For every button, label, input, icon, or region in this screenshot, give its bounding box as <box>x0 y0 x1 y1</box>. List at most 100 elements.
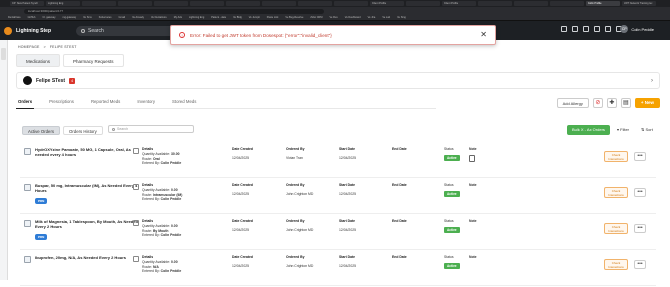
calendar-icon[interactable] <box>572 26 578 32</box>
tab-stored-meds[interactable]: Stored Meds <box>170 98 198 109</box>
grid-icon[interactable] <box>583 26 589 32</box>
tab-pharmacy-requests[interactable]: Pharmacy Requests <box>63 54 124 67</box>
browser-tab[interactable] <box>478 1 512 6</box>
print-icon[interactable]: ▤ <box>620 98 631 108</box>
pill-icon[interactable]: ✚ <box>606 98 617 108</box>
bulk-orders-button[interactable]: Bulk X - Ax Orders <box>567 125 610 135</box>
new-button[interactable]: + New <box>634 98 660 108</box>
bookmark-item[interactable]: Ve Dentalcore <box>149 16 169 19</box>
browser-tab[interactable] <box>298 1 332 6</box>
more-options-button[interactable]: ••• <box>634 152 646 161</box>
order-medication-name[interactable]: HydrOXYzine Pamoate, 50 MG, 1 Capsule, O… <box>35 147 143 157</box>
bookmark-item[interactable]: Ve Sms <box>81 16 94 19</box>
status-header: Status <box>444 183 454 187</box>
bookmark-item[interactable]: Zoho CRM <box>308 16 324 19</box>
filter-button[interactable]: ▾ Filter <box>617 127 629 132</box>
bookmark-item[interactable]: Paste Link <box>265 16 281 19</box>
bookmark-item[interactable]: Ve Lab <box>380 16 392 19</box>
order-medication-name[interactable]: Ibuprofen, 20mg, N/A, As Needed Every 2 … <box>35 255 143 260</box>
order-medication-name[interactable]: Buspar, 50 mg, Intramuscular (IM), As Ne… <box>35 183 143 193</box>
quantity-label: Quantity Available: <box>142 259 171 264</box>
bookmark-item[interactable]: DentalCare <box>6 16 23 19</box>
swap-icon[interactable] <box>561 26 567 32</box>
tab-active-orders[interactable]: Active Orders <box>22 126 61 135</box>
browser-tab[interactable] <box>406 1 440 6</box>
bookmark-item[interactable]: GitHub <box>26 16 38 19</box>
details-icon[interactable] <box>133 220 139 226</box>
more-options-button[interactable]: ••• <box>634 188 646 197</box>
chat-icon[interactable] <box>594 26 600 32</box>
tab-prescriptions[interactable]: Prescriptions <box>47 98 76 109</box>
browser-tab[interactable]: CP: New Patient Synch <box>10 1 44 6</box>
more-options-button[interactable]: ••• <box>634 260 646 269</box>
check-interactions-button[interactable]: Check Interactions <box>604 259 628 270</box>
brand-name: Lightning Step <box>16 27 51 34</box>
browser-tab[interactable] <box>190 1 224 6</box>
more-options-button[interactable]: ••• <box>634 224 646 233</box>
bookmark-item[interactable]: My Ads <box>172 16 184 19</box>
tab-inventory[interactable]: Inventory <box>135 98 157 109</box>
bookmark-item[interactable]: Ve Bug-Resolve <box>283 16 305 19</box>
bookmark-item[interactable]: Gmail <box>117 16 128 19</box>
col-header: Date Created <box>232 183 253 187</box>
error-icon: ! <box>179 32 185 38</box>
breadcrumb-home[interactable]: HOMEPAGE <box>18 45 40 49</box>
url-field[interactable]: localhost:3000/patient/177 <box>24 8 324 14</box>
check-interactions-button[interactable]: Check Interactions <box>604 187 628 198</box>
tab-medications[interactable]: Medications <box>16 54 61 67</box>
address-bar[interactable]: localhost:3000/patient/177 <box>0 7 670 15</box>
details-icon[interactable] <box>133 256 139 262</box>
browser-tab[interactable] <box>226 1 260 6</box>
brand[interactable]: Lightning Step <box>0 26 70 35</box>
bookmark-item[interactable]: Lightning Eng <box>187 16 206 19</box>
browser-tab[interactable] <box>334 1 368 6</box>
browser-tab[interactable]: Lightning Eng <box>46 1 80 6</box>
sort-button[interactable]: ⇅ Sort <box>641 127 653 132</box>
details-icon[interactable] <box>133 184 139 190</box>
bell-icon[interactable] <box>605 26 611 32</box>
add-allergy-button[interactable]: Add Allergy <box>556 98 589 108</box>
browser-tab[interactable]: Colin Profile <box>586 1 620 6</box>
sidebar-toggle[interactable] <box>1 48 6 60</box>
tab-orders-history[interactable]: Orders History <box>63 126 103 135</box>
browser-tab[interactable] <box>82 1 116 6</box>
bookmark-item[interactable]: Ve Aiready <box>130 16 146 19</box>
browser-tab[interactable] <box>154 1 188 6</box>
user-menu[interactable]: CP Colin Peddle <box>620 25 654 33</box>
check-interactions-button[interactable]: Check Interactions <box>604 223 628 234</box>
browser-tab[interactable] <box>550 1 584 6</box>
bookmark-item[interactable]: Ve Flex <box>327 16 339 19</box>
bookmark-item[interactable]: Patient - date <box>209 16 228 19</box>
tab-reported-meds[interactable]: Reported Meds <box>89 98 122 109</box>
bookmark-item[interactable]: Ve Bldg <box>231 16 244 19</box>
entered-line: Entered By: Colin Peddle <box>142 233 181 238</box>
patient-header[interactable]: Felipe STest 4 › <box>16 72 660 89</box>
close-icon[interactable]: ✕ <box>480 31 487 39</box>
browser-tab[interactable] <box>118 1 152 6</box>
browser-tab[interactable]: Client Profile <box>370 1 404 6</box>
col-header: Ordered By <box>286 255 305 259</box>
tab-orders[interactable]: Orders <box>16 98 35 109</box>
bookmark-item[interactable]: Ve Jira <box>366 16 378 19</box>
note-icon[interactable] <box>469 155 475 162</box>
browser-tab[interactable]: JWT Network Training lex <box>622 1 656 6</box>
bookmark-item[interactable]: Cl. gateway <box>40 16 57 19</box>
bookmark-item[interactable]: Kubernetes <box>97 16 114 19</box>
medication-subtabs: Orders Prescriptions Reported Meds Inven… <box>16 98 436 109</box>
bookmark-item[interactable]: mg-gateway <box>61 16 79 19</box>
order-details: Details Quantity Available: 0.00 Route: … <box>142 183 182 202</box>
browser-tab[interactable] <box>514 1 548 6</box>
bookmark-item[interactable]: Ve Jumpit <box>247 16 262 19</box>
toast-message: Error: Failed to get JWT token from Dose… <box>190 32 332 38</box>
order-medication-name[interactable]: Milk of Magnesia, 1 Tablespoon, By Mouth… <box>35 219 143 229</box>
bookmark-item[interactable]: Ve Dashboard <box>343 16 363 19</box>
browser-tab[interactable]: Client Profile <box>442 1 476 6</box>
no-entry-icon[interactable]: ⊘ <box>592 98 603 108</box>
chevron-right-icon[interactable]: › <box>651 78 653 84</box>
check-interactions-button[interactable]: Check Interactions <box>604 151 628 162</box>
details-icon[interactable] <box>133 148 139 154</box>
browser-tab[interactable] <box>262 1 296 6</box>
order-search-input[interactable]: Search <box>108 125 194 133</box>
bookmark-item[interactable]: Ve Sing <box>395 16 408 19</box>
col-header: Start Date <box>339 183 356 187</box>
